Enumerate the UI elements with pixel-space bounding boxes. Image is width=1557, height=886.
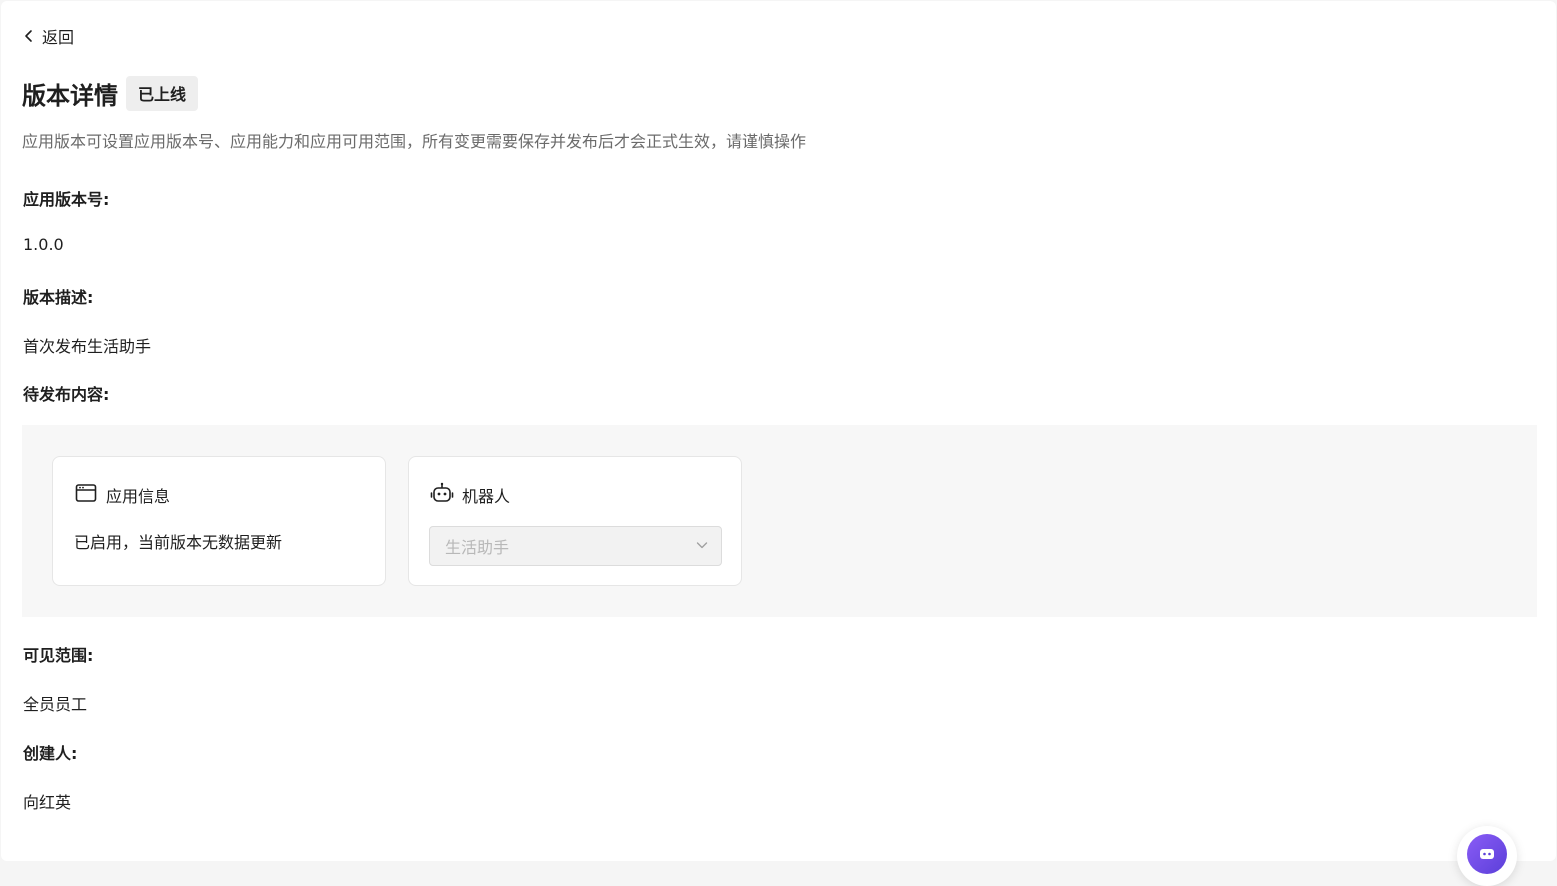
robot-icon	[430, 481, 454, 509]
page-title: 版本详情	[22, 81, 118, 110]
assistant-fab-button[interactable]	[1457, 826, 1517, 886]
chevron-left-icon	[22, 29, 36, 43]
creator-value: 向红英	[23, 793, 72, 812]
back-label: 返回	[42, 28, 75, 47]
page-description: 应用版本可设置应用版本号、应用能力和应用可用范围，所有变更需要保存并发布后才会正…	[22, 132, 807, 151]
page-header: 版本详情 已上线	[22, 75, 199, 111]
robot-card-title: 机器人	[462, 487, 511, 506]
robot-card: 机器人 生活助手	[408, 456, 742, 586]
app-info-card-header: 应用信息	[74, 481, 170, 509]
back-button[interactable]: 返回	[22, 25, 74, 47]
robot-select[interactable]: 生活助手	[429, 526, 722, 566]
app-info-card: 应用信息 已启用，当前版本无数据更新	[52, 456, 386, 586]
robot-card-header: 机器人	[430, 481, 510, 509]
version-desc-label: 版本描述:	[23, 288, 94, 307]
status-badge: 已上线	[126, 75, 199, 111]
app-window-icon	[74, 481, 98, 509]
visibility-value: 全员员工	[23, 695, 88, 714]
creator-label: 创建人:	[23, 744, 78, 763]
version-desc-value: 首次发布生活助手	[23, 337, 152, 356]
app-info-card-title: 应用信息	[106, 487, 171, 506]
chat-bot-icon	[1467, 834, 1507, 874]
visibility-label: 可见范围:	[23, 646, 94, 665]
pending-content-label: 待发布内容:	[23, 385, 110, 404]
pending-content-panel: 应用信息 已启用，当前版本无数据更新 机器人 生活助手	[22, 425, 1537, 617]
chevron-down-icon	[695, 537, 709, 556]
app-info-card-text: 已启用，当前版本无数据更新	[74, 533, 283, 552]
version-number-value: 1.0.0	[23, 235, 64, 254]
robot-select-value: 生活助手	[445, 538, 510, 557]
page-container: 返回 版本详情 已上线 应用版本可设置应用版本号、应用能力和应用可用范围，所有变…	[1, 1, 1556, 861]
version-number-label: 应用版本号:	[23, 190, 110, 209]
